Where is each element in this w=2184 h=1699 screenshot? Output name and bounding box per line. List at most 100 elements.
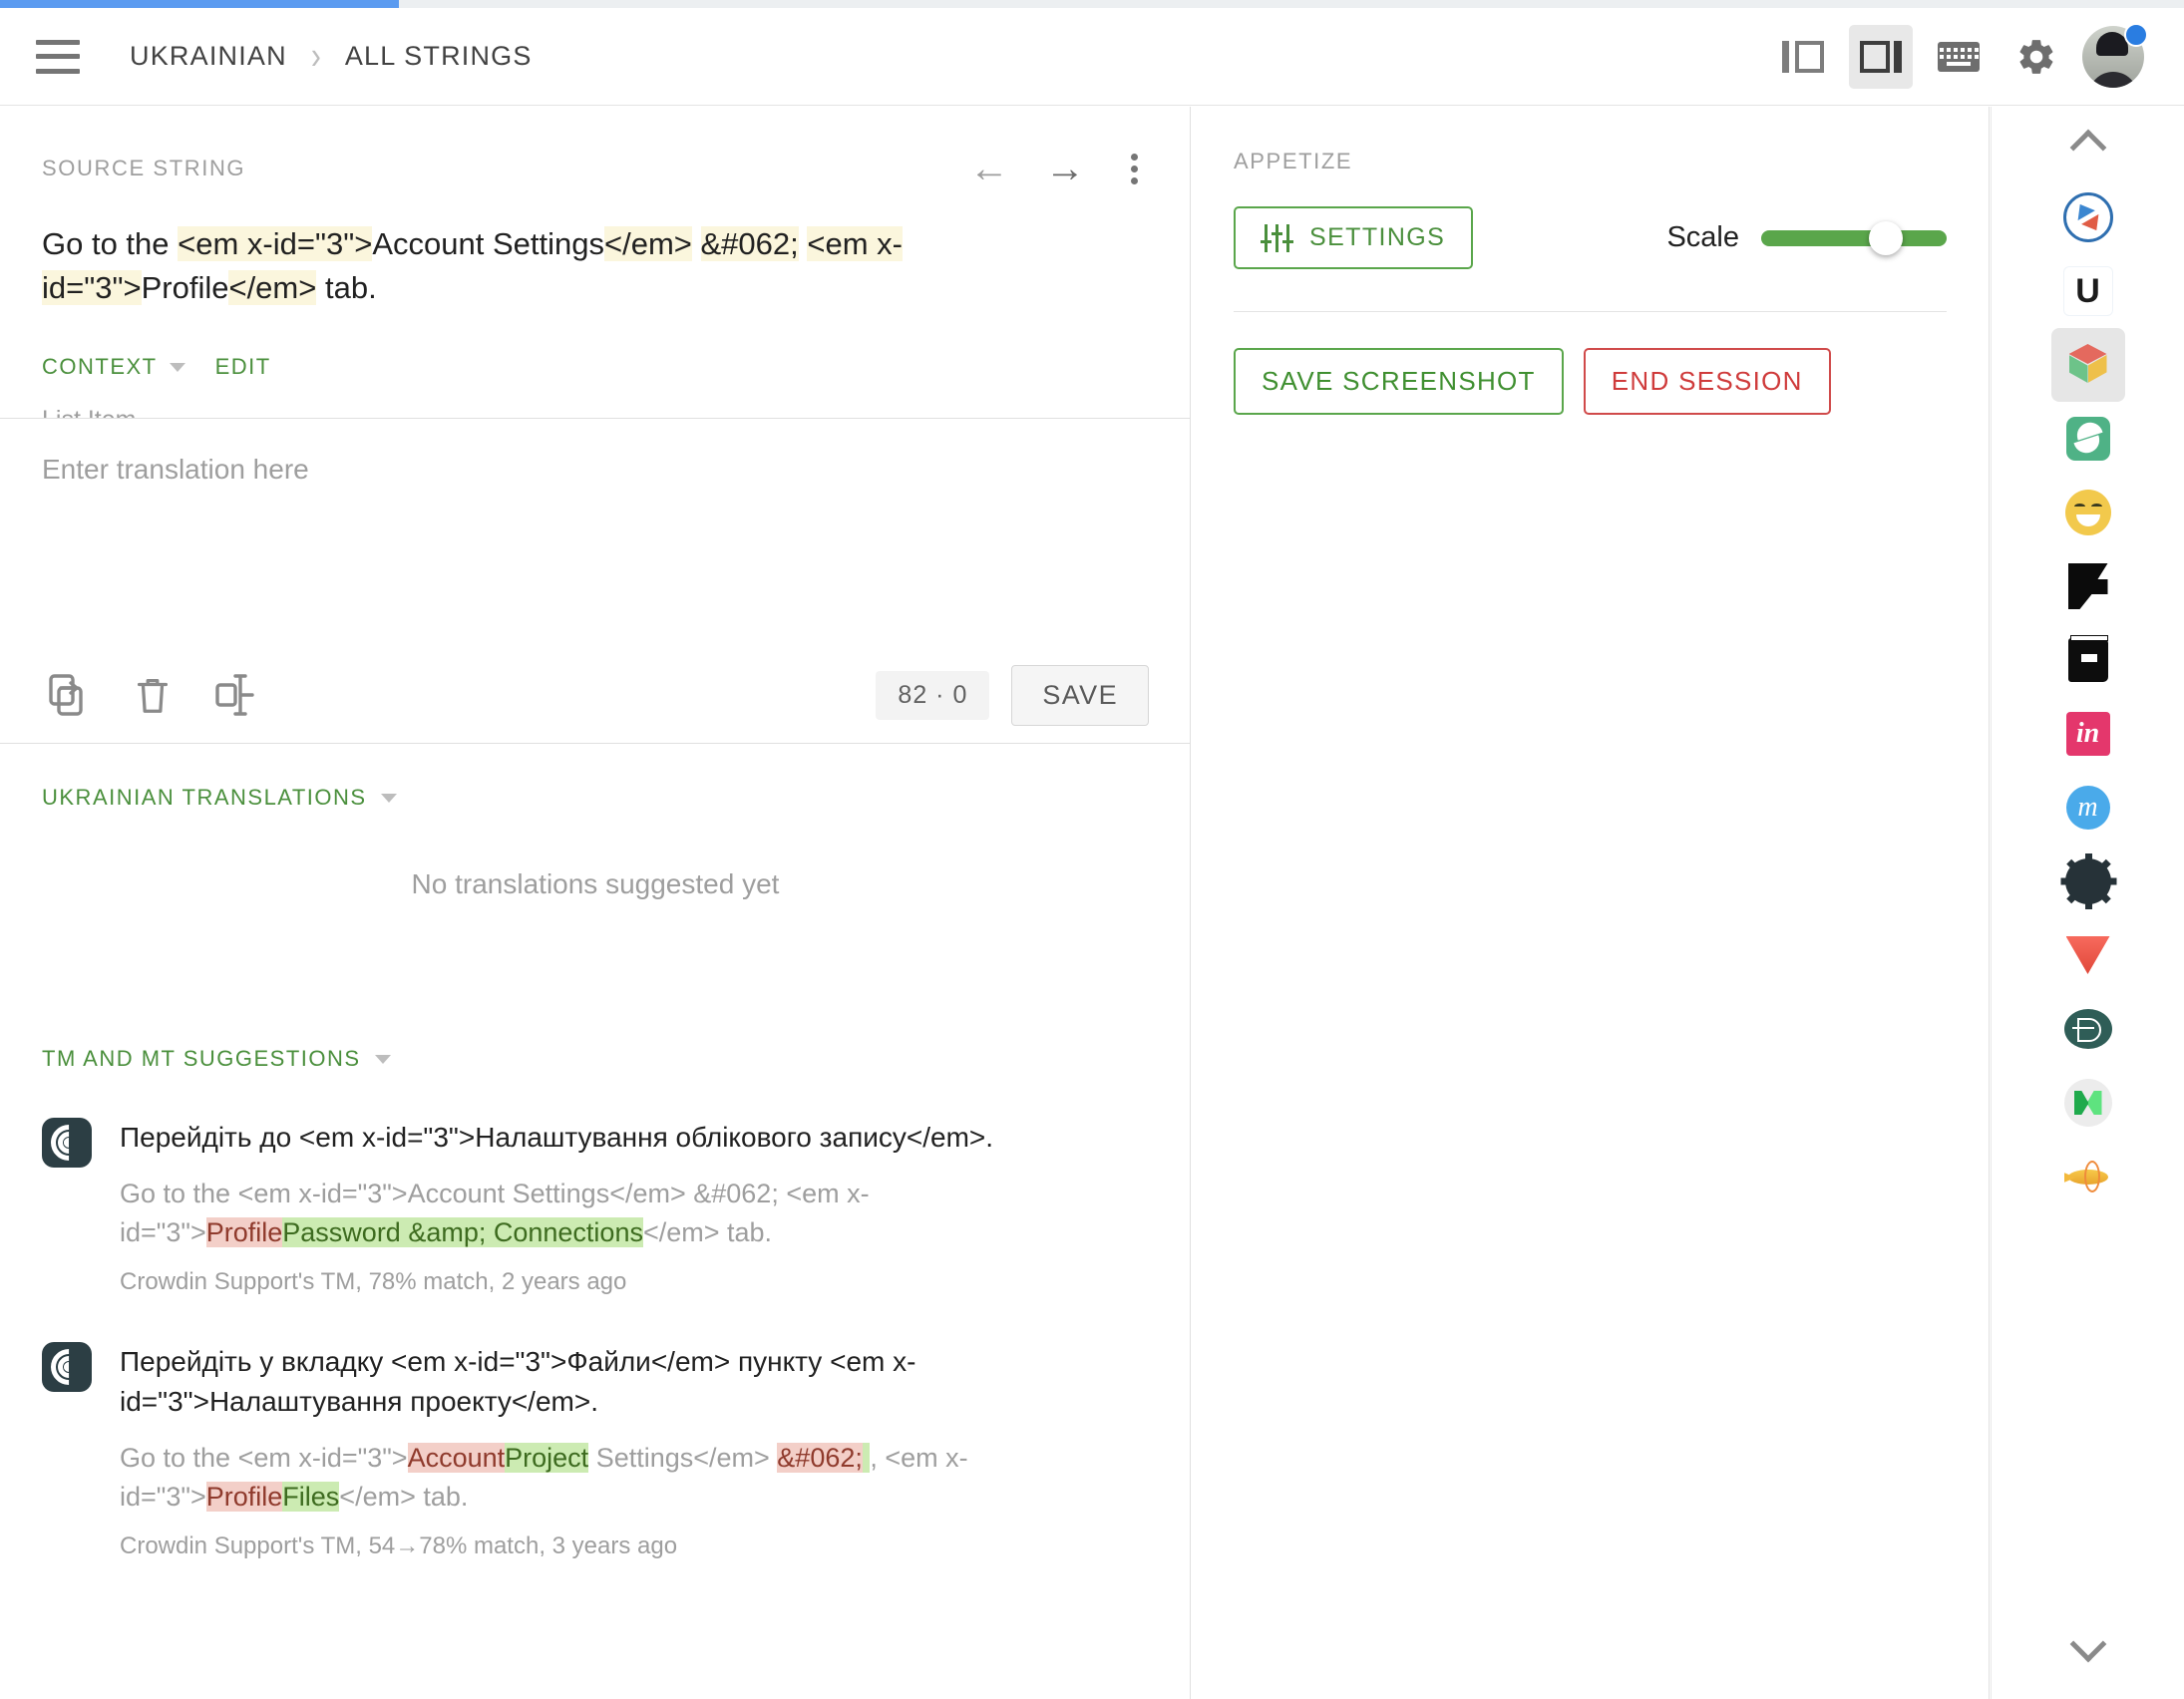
diff-deleted: Profile [206, 1217, 283, 1247]
breadcrumb-language[interactable]: UKRAINIAN [130, 41, 287, 72]
translations-section: UKRAINIAN TRANSLATIONS No translations s… [0, 743, 1191, 900]
appetize-header: APPETIZE [1192, 107, 1989, 174]
chevron-up-icon[interactable] [2051, 107, 2125, 180]
tm-suggestion-source: Go to the <em x-id="3">AccountProject Se… [120, 1439, 1149, 1517]
tm-suggestion-body: Перейдіть до <em x-id="3">Налаштування о… [120, 1118, 1149, 1296]
source-text-fragment: Profile [142, 270, 229, 305]
page-load-progress-bar [0, 0, 2184, 8]
chevron-down-icon[interactable] [375, 1055, 391, 1064]
diff-inserted: Password &amp; Connections [282, 1217, 643, 1247]
gear-icon[interactable] [2004, 25, 2068, 89]
source-tag: &#062; [701, 226, 799, 261]
tm-suggestion-list: Перейдіть до <em x-id="3">Налаштування о… [0, 1072, 1191, 1560]
context-toggle[interactable]: CONTEXT [42, 354, 158, 380]
scale-label: Scale [1666, 221, 1739, 254]
source-text-fragment: Go to the [42, 226, 178, 261]
translation-input[interactable]: Enter translation here [0, 419, 1191, 647]
gear-dark-icon[interactable] [2051, 845, 2125, 918]
keyboard-icon[interactable] [1927, 25, 1991, 89]
character-count: 82 · 0 [876, 671, 989, 720]
layout-sidebar-left-icon[interactable] [1771, 25, 1835, 89]
diff-deleted: Account [408, 1443, 506, 1473]
more-options-icon[interactable] [1121, 150, 1148, 188]
crowdin-tm-icon [42, 1342, 92, 1392]
diff-unchanged: Settings</em> [588, 1443, 777, 1473]
tm-section-header[interactable]: TM AND MT SUGGESTIONS [0, 1004, 1191, 1072]
breadcrumb-section[interactable]: ALL STRINGS [345, 41, 533, 72]
chevron-down-icon[interactable] [170, 363, 185, 372]
diff-unchanged: </em> tab. [643, 1217, 772, 1247]
appetize-settings-label: SETTINGS [1309, 223, 1445, 252]
app-header: UKRAINIAN › ALL STRINGS [0, 8, 2184, 106]
diff-inserted: Project [505, 1443, 588, 1473]
sketch-icon[interactable] [2051, 402, 2125, 476]
integrations-sidebar: U in m [1991, 107, 2184, 1699]
layout-sidebar-right-icon[interactable] [1849, 25, 1913, 89]
save-button[interactable]: SAVE [1011, 665, 1149, 726]
source-tag: </em> [228, 270, 316, 305]
zeplin-icon[interactable] [2051, 918, 2125, 992]
scale-slider[interactable] [1761, 230, 1947, 246]
tm-suggestion-item[interactable]: Перейдіть у вкладку <em x-id="3">Файли</… [0, 1296, 1191, 1560]
chevron-down-icon[interactable] [381, 794, 397, 803]
tm-suggestion-item[interactable]: Перейдіть до <em x-id="3">Налаштування о… [0, 1072, 1191, 1296]
source-tag: <em x-id="3"> [178, 226, 372, 261]
tm-suggestions-section: TM AND MT SUGGESTIONS Перейдіть до <em x… [0, 1004, 1191, 1560]
clear-icon[interactable] [126, 668, 180, 722]
framer-icon[interactable] [2051, 549, 2125, 623]
next-string-icon[interactable]: → [1045, 149, 1085, 188]
appetize-settings-button[interactable]: SETTINGS [1234, 206, 1473, 269]
header-actions [1771, 25, 2144, 89]
previous-string-icon[interactable]: ← [969, 149, 1009, 188]
hamburger-line [36, 69, 80, 74]
avatar-status-badge [2124, 23, 2148, 47]
session-buttons: SAVE SCREENSHOT END SESSION [1192, 312, 1989, 415]
translations-section-header[interactable]: UKRAINIAN TRANSLATIONS [0, 743, 1191, 811]
save-screenshot-button[interactable]: SAVE SCREENSHOT [1234, 348, 1564, 415]
source-text-fragment: tab. [316, 270, 376, 305]
tm-suggestion-meta: Crowdin Support's TM, 54→78% match, 3 ye… [120, 1532, 1149, 1560]
sliders-icon [1262, 224, 1293, 252]
tm-suggestion-meta: Crowdin Support's TM, 78% match, 2 years… [120, 1268, 1149, 1296]
breadcrumb-separator-icon: › [311, 34, 321, 78]
hamburger-menu-icon[interactable] [36, 40, 80, 74]
chevron-down-icon[interactable] [2051, 1611, 2125, 1685]
marvel-icon-label: m [2066, 786, 2110, 830]
invision-icon[interactable]: in [2051, 697, 2125, 771]
tm-suggestion-body: Перейдіть у вкладку <em x-id="3">Файли</… [120, 1342, 1149, 1560]
copy-source-icon[interactable] [42, 668, 96, 722]
unity-icon[interactable]: U [2051, 254, 2125, 328]
appetize-cube-icon[interactable] [2051, 328, 2125, 402]
emoji-icon[interactable] [2051, 476, 2125, 549]
editor-panel: SOURCE STRING ← → Go to the <em x-id="3"… [0, 107, 1191, 1699]
appetize-controls: SETTINGS Scale [1192, 174, 1989, 269]
source-string-header: SOURCE STRING ← → [0, 107, 1190, 188]
editor-toolbar: 82 · 0 SAVE [0, 647, 1191, 743]
crowdin-tm-icon [42, 1118, 92, 1168]
tm-suggestion-source: Go to the <em x-id="3">Account Settings<… [120, 1175, 1149, 1252]
scale-slider-thumb[interactable] [1869, 221, 1903, 255]
tm-section-title: TM AND MT SUGGESTIONS [42, 1046, 361, 1072]
zeppelin-icon[interactable] [2051, 1140, 2125, 1213]
diff-deleted: &#062; [777, 1443, 863, 1473]
diff-unchanged: </em> tab. [339, 1482, 468, 1512]
edit-context-button[interactable]: EDIT [215, 354, 271, 380]
protopie-icon[interactable] [2051, 992, 2125, 1066]
end-session-button[interactable]: END SESSION [1584, 348, 1831, 415]
appetize-label: APPETIZE [1234, 149, 1947, 174]
storybook-icon[interactable] [2051, 623, 2125, 697]
avatar[interactable] [2082, 26, 2144, 88]
source-text-fragment [692, 226, 701, 261]
tm-suggestion-target: Перейдіть у вкладку <em x-id="3">Файли</… [120, 1342, 1149, 1423]
marvel-icon[interactable]: m [2051, 771, 2125, 845]
insert-tag-icon[interactable] [209, 668, 263, 722]
scale-control: Scale [1666, 221, 1947, 254]
source-tag: </em> [604, 226, 692, 261]
hamburger-line [36, 54, 80, 59]
invision-icon-label: in [2066, 712, 2110, 756]
medium-icon[interactable] [2051, 1066, 2125, 1140]
sync-icon[interactable] [2051, 180, 2125, 254]
progress-fill [0, 0, 399, 8]
diff-unchanged: Go to the <em x-id="3"> [120, 1443, 408, 1473]
source-string-label: SOURCE STRING [42, 156, 245, 181]
